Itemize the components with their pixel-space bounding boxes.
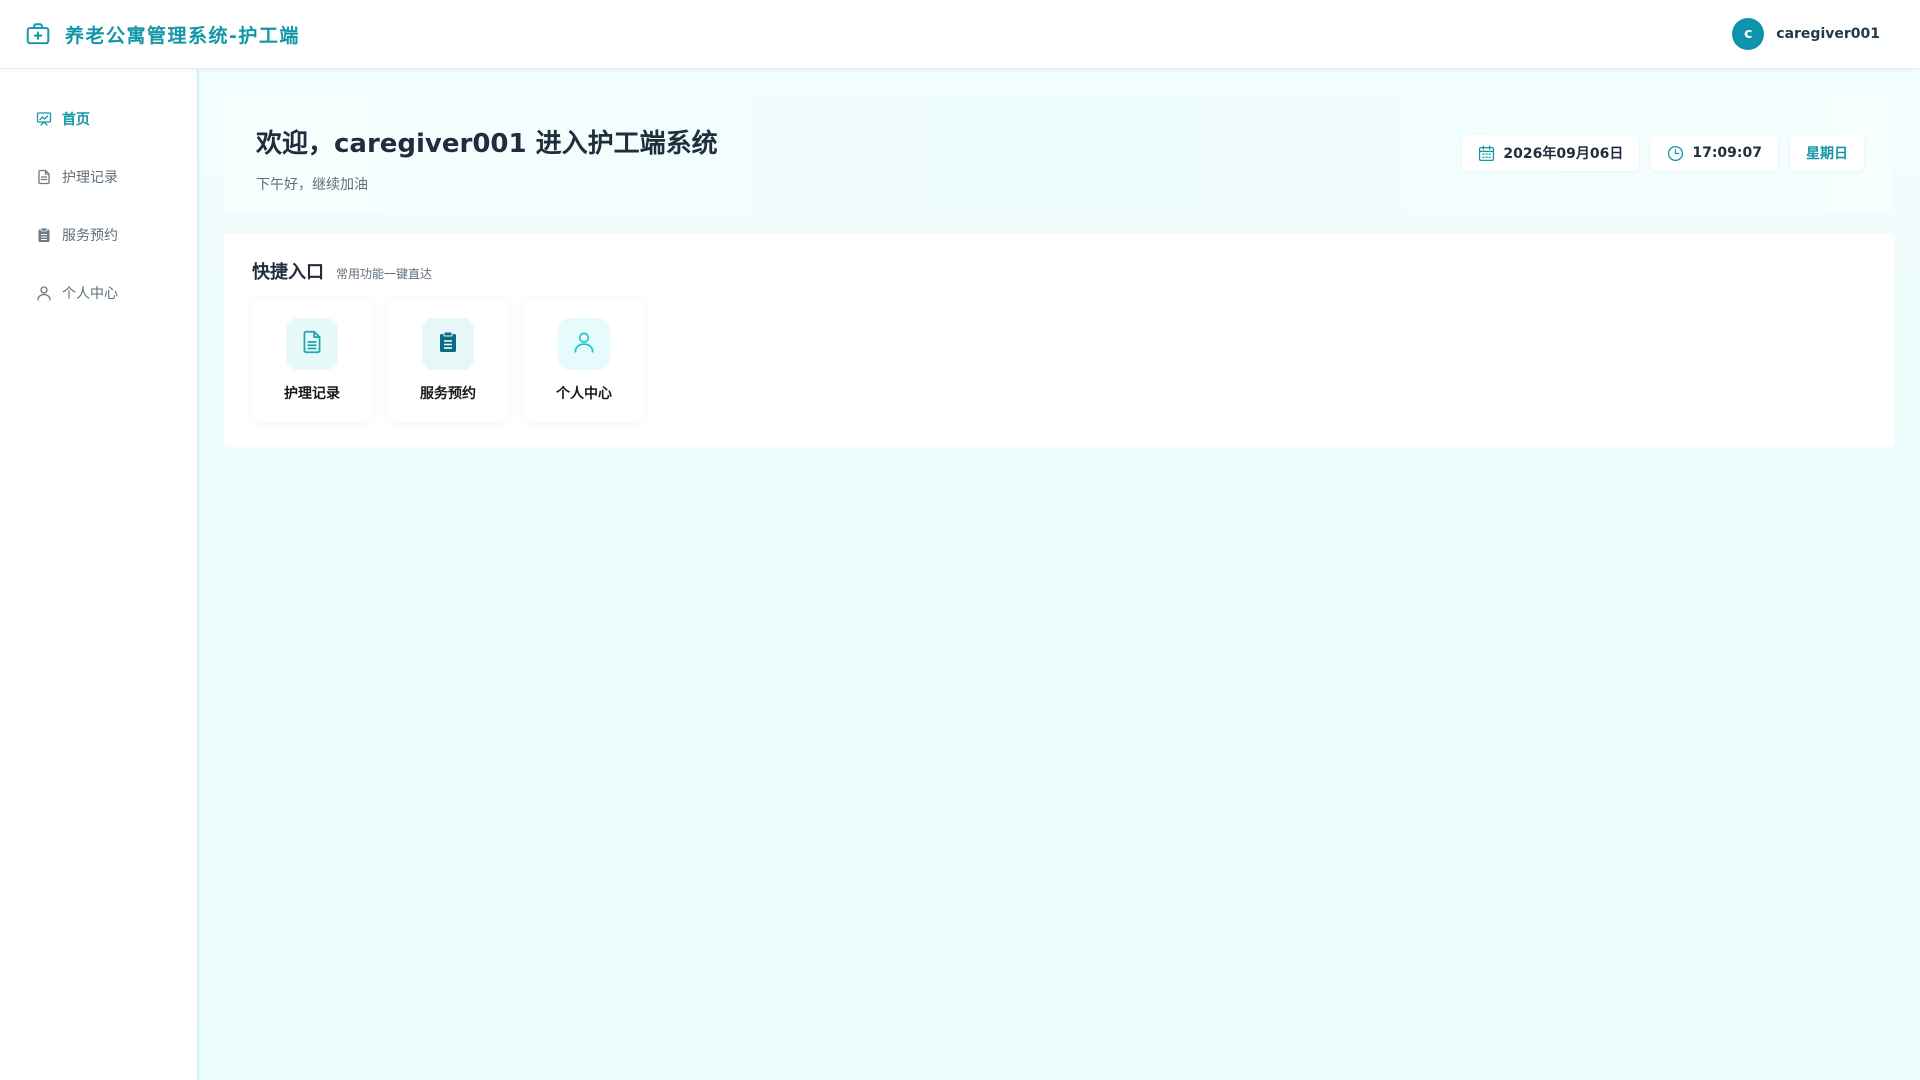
quick-card-nursing-records[interactable]: 护理记录 [252, 298, 372, 422]
quick-card-service-booking[interactable]: 服务预约 [388, 298, 508, 422]
quick-access-panel: 快捷入口 常用功能一键直达 护理记录 服务预约 个人中心 [224, 234, 1894, 447]
time-chip: 17:09:07 [1651, 135, 1778, 171]
card-icon-box [558, 318, 610, 370]
current-weekday: 星期日 [1806, 146, 1848, 162]
brand[interactable]: 养老公寓管理系统-护工端 [25, 21, 300, 48]
card-icon-box [422, 318, 474, 370]
avatar[interactable]: c [1732, 18, 1765, 50]
medical-kit-icon [25, 21, 51, 47]
top-header: 养老公寓管理系统-护工端 c caregiver001 [0, 0, 1920, 69]
weekday-chip: 星期日 [1790, 135, 1864, 171]
sidebar-item-label: 服务预约 [62, 228, 118, 244]
welcome-banner: 欢迎，caregiver001 进入护工端系统 下午好，继续加油 2026年09… [224, 95, 1894, 213]
quick-access-title: 快捷入口 [252, 262, 324, 283]
clipboard-icon [436, 330, 460, 358]
username[interactable]: caregiver001 [1776, 26, 1880, 42]
welcome-subtitle: 下午好，继续加油 [256, 177, 368, 193]
sidebar-item-label: 护理记录 [62, 170, 118, 186]
card-label: 个人中心 [556, 386, 612, 402]
sidebar-item-profile[interactable]: 个人中心 [0, 275, 197, 311]
card-icon-box [286, 318, 338, 370]
document-icon [36, 169, 52, 185]
current-time: 17:09:07 [1692, 145, 1762, 161]
clock-icon [1667, 145, 1684, 162]
quick-card-profile[interactable]: 个人中心 [524, 298, 644, 422]
quick-access-cards: 护理记录 服务预约 个人中心 [252, 298, 1866, 422]
card-label: 服务预约 [420, 386, 476, 402]
user-icon [36, 285, 52, 301]
date-chip: 2026年09月06日 [1462, 135, 1640, 171]
sidebar-item-nursing-records[interactable]: 护理记录 [0, 159, 197, 195]
sidebar-item-label: 首页 [62, 112, 90, 128]
clipboard-icon [36, 227, 52, 243]
current-date: 2026年09月06日 [1503, 146, 1624, 162]
user-menu[interactable]: c caregiver001 [1732, 18, 1880, 50]
sidebar: 首页 护理记录 服务预约 个人中心 [0, 69, 199, 1080]
sidebar-item-service-booking[interactable]: 服务预约 [0, 217, 197, 253]
user-icon [571, 329, 597, 359]
app-title: 养老公寓管理系统-护工端 [65, 24, 300, 47]
card-label: 护理记录 [284, 386, 340, 402]
quick-access-header: 快捷入口 常用功能一键直达 [252, 258, 1866, 284]
calendar-icon [1478, 144, 1495, 162]
sidebar-item-home[interactable]: 首页 [0, 101, 197, 137]
presentation-chart-icon [36, 111, 52, 127]
main-content: 欢迎，caregiver001 进入护工端系统 下午好，继续加油 2026年09… [199, 69, 1920, 1080]
sidebar-item-label: 个人中心 [62, 286, 118, 302]
quick-access-subtitle: 常用功能一键直达 [336, 267, 433, 281]
datetime-chips: 2026年09月06日 17:09:07 星期日 [1462, 135, 1864, 171]
document-icon [299, 329, 325, 359]
